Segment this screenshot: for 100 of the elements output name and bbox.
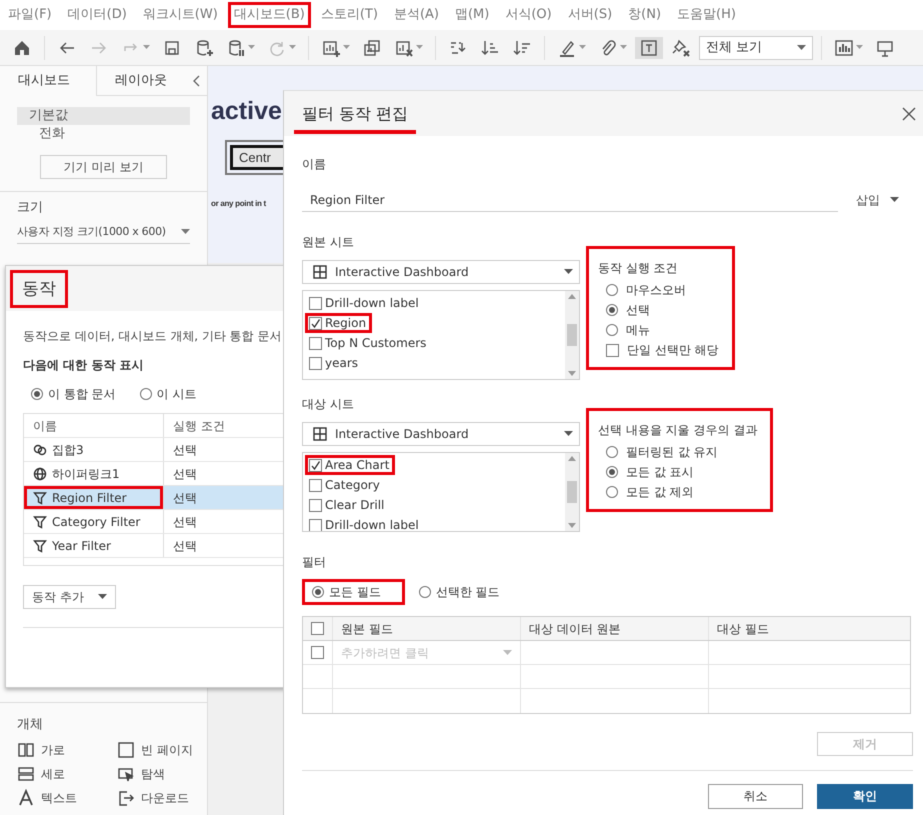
- sheet-name: Drill-down label: [325, 295, 419, 311]
- menu-item[interactable]: 분석(A): [388, 2, 445, 28]
- checkbox[interactable]: [309, 336, 322, 350]
- caret-icon: [343, 45, 350, 50]
- scroll-down-icon[interactable]: [568, 523, 576, 528]
- radio-button[interactable]: [606, 486, 618, 498]
- scrollbar[interactable]: [565, 453, 579, 531]
- sheet-name: Clear Drill: [325, 497, 384, 513]
- checkbox[interactable]: [309, 518, 322, 531]
- action-trigger: 선택: [173, 538, 197, 554]
- sheet-name: Drill-down label: [325, 517, 419, 531]
- menu-item[interactable]: 파일(F): [2, 2, 58, 28]
- object-item[interactable]: 빈 페이지: [141, 742, 193, 758]
- scrollbar[interactable]: [565, 291, 579, 379]
- filter-icon: [33, 490, 47, 504]
- checkbox[interactable]: [309, 458, 322, 472]
- radio-button[interactable]: [606, 466, 618, 478]
- radio-button[interactable]: [606, 446, 618, 458]
- action-name: Category Filter: [52, 514, 140, 530]
- radio-button[interactable]: [140, 388, 152, 400]
- option-label: 단일 선택만 해당: [627, 342, 719, 358]
- add-action-button[interactable]: 동작 추가: [23, 585, 116, 609]
- menu-item[interactable]: 대시보드(B): [228, 2, 311, 28]
- caret-icon: [579, 45, 586, 50]
- scroll-thumb[interactable]: [567, 481, 577, 503]
- column-header: 대상 필드: [716, 620, 770, 638]
- object-item[interactable]: 탐색: [141, 766, 165, 782]
- menu-item[interactable]: 서버(S): [562, 2, 618, 28]
- globe-icon: [33, 466, 47, 480]
- bar-chart-icon: [834, 38, 854, 58]
- checkbox[interactable]: [309, 498, 322, 512]
- grid-icon: [313, 265, 327, 279]
- sheet-name: Category: [325, 477, 380, 493]
- menu-item[interactable]: 서식(O): [499, 2, 558, 28]
- filter-icon: [33, 514, 47, 528]
- option-label: 선택한 필드: [436, 584, 500, 600]
- caret-icon: [416, 45, 423, 50]
- caret-icon: [248, 45, 255, 50]
- menu-item[interactable]: 창(N): [622, 2, 668, 28]
- action-name: 하이퍼링크1: [52, 466, 120, 482]
- menu-item[interactable]: 스토리(T): [314, 2, 384, 28]
- scroll-thumb[interactable]: [567, 324, 577, 346]
- option-label: 모든 필드: [329, 584, 381, 600]
- view-dropdown[interactable]: 전체 보기: [699, 36, 813, 60]
- object-item[interactable]: 세로: [41, 766, 65, 782]
- sheet-name: years: [325, 355, 358, 371]
- checkbox[interactable]: [309, 296, 322, 310]
- caret-icon: [503, 650, 512, 656]
- caret-icon: [890, 197, 899, 203]
- square-icon: [117, 741, 135, 759]
- dashboard-title: active: [211, 96, 282, 126]
- device-preview-button[interactable]: 기기 미리 보기: [40, 155, 167, 179]
- sheet-dropdown[interactable]: Interactive Dashboard: [302, 422, 580, 446]
- export-icon: [117, 789, 135, 807]
- device-item[interactable]: 기본값: [17, 107, 190, 125]
- toolbar-button[interactable]: [635, 36, 663, 58]
- radio-button[interactable]: [312, 586, 324, 598]
- rows-icon: [17, 765, 35, 783]
- collapse-icon[interactable]: [193, 74, 201, 86]
- radio-button[interactable]: [606, 324, 618, 336]
- ok-button[interactable]: 확인: [817, 784, 913, 809]
- menu-item[interactable]: 맵(M): [448, 2, 496, 28]
- menu-item[interactable]: 도움말(H): [671, 2, 742, 28]
- checkbox[interactable]: [311, 646, 324, 659]
- radio-button[interactable]: [606, 284, 618, 296]
- cancel-button[interactable]: 취소: [708, 784, 803, 809]
- dialog-title: 필터 동작 편집: [294, 94, 416, 134]
- filter-icon: [33, 538, 47, 552]
- checkbox[interactable]: [309, 478, 322, 492]
- checkbox[interactable]: [311, 622, 324, 635]
- checkbox[interactable]: [309, 356, 322, 370]
- option-label: 이 시트: [156, 386, 196, 402]
- caret-icon: [181, 229, 190, 235]
- sheet-dropdown[interactable]: Interactive Dashboard: [302, 260, 580, 284]
- radio-button[interactable]: [606, 304, 618, 316]
- device-item[interactable]: 전화: [17, 125, 190, 143]
- size-dropdown[interactable]: 사용자 지정 크기(1000 x 600): [17, 224, 190, 244]
- letter-icon: [17, 789, 35, 807]
- scroll-up-icon[interactable]: [568, 456, 576, 461]
- dashboard-note: or any point in t: [211, 199, 266, 209]
- section-label: 개체: [17, 717, 44, 733]
- checkbox[interactable]: [606, 344, 619, 356]
- radio-button[interactable]: [418, 586, 431, 598]
- sheet-name: Top N Customers: [325, 335, 426, 351]
- radio-button[interactable]: [31, 388, 43, 400]
- menu-item[interactable]: 워크시트(W): [136, 2, 224, 28]
- panel-title: 동작: [10, 270, 68, 308]
- action-name: Year Filter: [52, 538, 111, 554]
- scroll-down-icon[interactable]: [568, 371, 576, 376]
- scroll-up-icon[interactable]: [568, 294, 576, 299]
- panel-tab[interactable]: 레이아웃: [96, 66, 192, 96]
- menu-item[interactable]: 데이터(D): [62, 2, 133, 28]
- panel-tab[interactable]: 대시보드: [0, 66, 96, 96]
- text-box-icon: [639, 38, 659, 58]
- object-item[interactable]: 다운로드: [141, 790, 189, 806]
- insert-button[interactable]: 삽입: [850, 190, 905, 210]
- checkbox[interactable]: [309, 316, 322, 330]
- caret-icon: [620, 45, 627, 50]
- object-item[interactable]: 가로: [41, 742, 65, 758]
- object-item[interactable]: 텍스트: [41, 790, 77, 806]
